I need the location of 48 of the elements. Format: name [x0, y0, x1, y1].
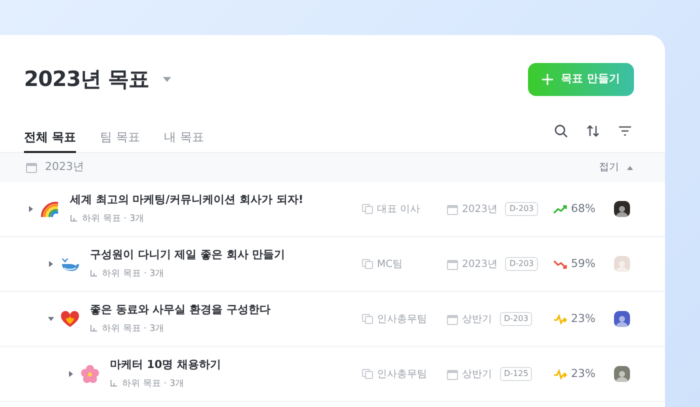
owner-label: 대표 이사: [377, 202, 420, 216]
page-title: 2023년 목표: [24, 67, 149, 92]
period-label: 2023년: [462, 258, 498, 272]
period-label: 2023년: [462, 202, 498, 216]
dday-tag: D-125: [500, 367, 532, 381]
owner-label: 인사총무팀: [377, 312, 427, 326]
team-icon: [362, 259, 373, 269]
subgoal-count: 하위 목표 · 3개: [102, 322, 164, 336]
progress-percent: 68%: [571, 200, 596, 217]
dday-tag: D-203: [500, 312, 532, 326]
owner-label: 인사총무팀: [377, 368, 427, 382]
group-label: 2023년: [45, 159, 84, 176]
period-label: 상반기: [462, 312, 492, 326]
calendar-icon: [26, 162, 37, 173]
goal-title[interactable]: 마케터 10명 채용하기: [110, 357, 221, 374]
calendar-icon: [447, 314, 458, 324]
goal-title[interactable]: 세계 최고의 마케팅/커뮤니케이션 회사가 되자!: [70, 192, 304, 208]
subgoal-count: 하위 목표 · 3개: [82, 212, 144, 226]
progress-percent: 23%: [571, 310, 596, 327]
rainbow-icon: [40, 199, 60, 219]
subgoal-count: 하위 목표 · 3개: [122, 378, 184, 390]
caret-up-icon: [627, 166, 633, 170]
progress-percent: 23%: [571, 366, 596, 382]
dday-tag: D-203: [505, 202, 538, 216]
subtask-icon: [110, 380, 118, 388]
calendar-icon: [447, 258, 458, 270]
avatar-icon[interactable]: [614, 201, 630, 217]
team-icon: [362, 369, 373, 379]
calendar-icon: [447, 368, 458, 380]
period-label: 상반기: [462, 368, 492, 382]
goal-title[interactable]: 구성원이 다니기 제일 좋은 회사 만들기: [90, 247, 286, 264]
goal-title[interactable]: 좋은 동료와 사무실 환경을 구성한다: [90, 302, 270, 318]
owner-label: MC팀: [377, 258, 403, 272]
subtask-icon: [90, 270, 98, 278]
flower-icon: [80, 364, 100, 384]
subtask-icon: [90, 325, 98, 334]
caret-down-icon[interactable]: [162, 77, 171, 82]
dday-tag: D-203: [505, 257, 538, 271]
calendar-icon: [447, 204, 458, 214]
subtask-icon: [70, 215, 78, 224]
plus-icon: [542, 74, 554, 85]
team-icon: [362, 314, 373, 324]
heart-icon: [60, 309, 80, 329]
team-icon: [362, 204, 373, 214]
collapse-button[interactable]: 접기: [598, 159, 634, 176]
subgoal-count: 하위 목표 · 3개: [102, 268, 164, 280]
search-icon[interactable]: [552, 122, 570, 140]
progress-percent: 59%: [571, 256, 596, 272]
